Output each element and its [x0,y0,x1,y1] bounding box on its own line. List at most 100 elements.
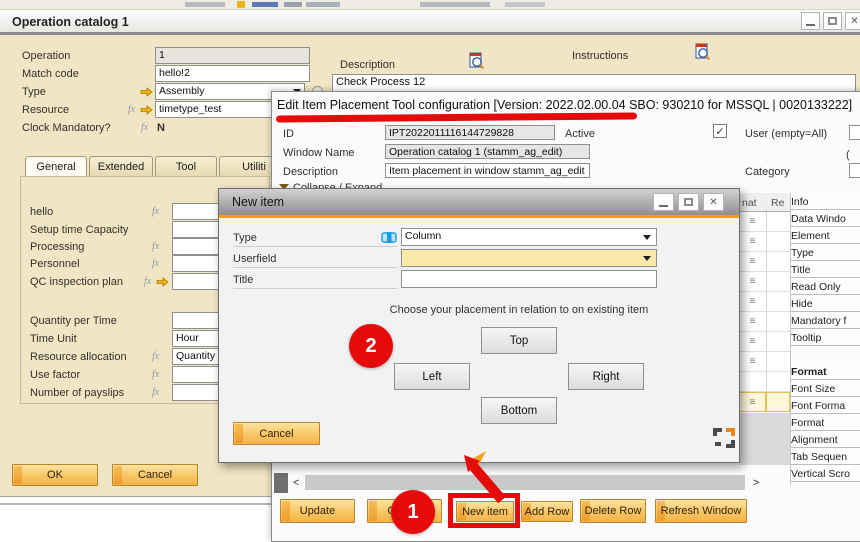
maximize-icon[interactable] [823,12,842,30]
grid-cell[interactable] [766,252,790,272]
refresh-window-button[interactable]: Refresh Window [655,499,747,523]
maximize-icon[interactable] [678,193,699,211]
tab-general[interactable]: General [25,156,87,176]
dialog-title-field[interactable] [401,270,657,288]
placement-left-button[interactable]: Left [394,363,470,390]
dropdown-arrow-icon[interactable] [643,256,651,261]
grid-cell-align-icon[interactable]: ≡ [739,252,766,272]
grid-empty-area [739,413,790,465]
close-icon[interactable]: ✕ [703,193,724,211]
clock-mandatory-value: N [157,122,165,134]
active-checkbox[interactable]: ✓ [713,124,727,138]
property-row-vertical-scroll[interactable]: Vertical Scro [791,465,860,482]
user-field[interactable] [849,125,860,140]
property-row-type[interactable]: Type [791,244,860,261]
category-field[interactable] [849,163,860,178]
property-row-alignment[interactable]: Alignment [791,431,860,448]
instructions-document-icon[interactable] [694,43,711,61]
delete-row-button[interactable]: Delete Row [580,499,646,523]
cancel-button[interactable]: Cancel [112,464,198,486]
instructions-label: Instructions [572,50,628,62]
background-fragment [306,2,340,7]
grid-cell[interactable] [766,372,790,392]
placement-right-button[interactable]: Right [568,363,644,390]
property-row-data-window[interactable]: Data Windo [791,210,860,227]
add-row-button[interactable]: Add Row [521,501,573,522]
description-field[interactable]: Check Process 12 [332,74,856,92]
grid-cell[interactable] [766,352,790,372]
scroll-left-icon[interactable]: < [293,477,299,489]
scroll-right-icon[interactable]: > [753,477,759,489]
tab-label: Extended [98,161,144,173]
grid-cell[interactable] [766,332,790,352]
close-icon[interactable]: ✕ [845,12,860,30]
dialog-userfield-select[interactable] [401,249,657,267]
grid-header-fragment: Re [771,197,784,209]
grid-header-fragment: nat [742,197,757,209]
grid-cell-align-icon[interactable]: ≡ [739,392,766,412]
id-field: IPT2022011116144729828 [385,125,555,140]
grid-cell[interactable] [766,292,790,312]
grid-cell-align-icon[interactable]: ≡ [739,232,766,252]
property-row-hide[interactable]: Hide [791,295,860,312]
property-row-font-size[interactable]: Font Size [791,380,860,397]
grid-cell-align-icon[interactable]: ≡ [739,312,766,332]
update-button[interactable]: Update [280,499,355,523]
tab-tool[interactable]: Tool [155,156,217,176]
property-row-info[interactable]: Info [791,193,860,210]
dialog-type-value: Column [405,230,441,242]
property-row-tooltip[interactable]: Tooltip [791,329,860,346]
property-row-format[interactable]: Format [791,414,860,431]
grid-cell-align-icon[interactable]: ≡ [739,292,766,312]
property-row-read-only[interactable]: Read Only [791,278,860,295]
dropdown-arrow-icon[interactable] [643,235,651,240]
link-arrow-icon[interactable] [140,105,153,115]
resize-grip-icon[interactable] [713,428,735,448]
link-arrow-icon[interactable] [140,87,153,97]
placement-bottom-button[interactable]: Bottom [481,397,557,424]
dialog-userfield-label: Userfield [233,253,276,265]
new-item-dialog: New item ✕ Type Column Userfield Title C… [218,188,740,463]
formula-icon: fx [152,387,159,398]
new-item-dialog-titlebar[interactable]: New item ✕ [219,189,739,215]
property-row-font-format[interactable]: Font Forma [791,397,860,414]
dialog-cancel-button[interactable]: Cancel [233,422,320,445]
grid-cell[interactable] [739,372,766,392]
ok-button[interactable]: OK [12,464,98,486]
grid-cell[interactable] [766,312,790,332]
setup-time-capacity-label: Setup time Capacity [30,224,128,236]
operation-field[interactable]: 1 [155,47,310,64]
edit-description-field[interactable]: Item placement in window stamm_ag_edit [385,163,590,178]
grid-cell[interactable] [766,212,790,232]
link-arrow-icon[interactable] [156,277,169,287]
scrollbar-track[interactable] [305,475,745,490]
quantity-per-time-label: Quantity per Time [30,315,117,327]
grid-cell[interactable] [766,232,790,252]
property-row-title[interactable]: Title [791,261,860,278]
property-row-element[interactable]: Element [791,227,860,244]
annotation-step-1-badge: 1 [391,490,435,534]
minimize-icon[interactable] [653,193,674,211]
match-code-field[interactable]: hello!2 [155,65,310,82]
placement-top-button[interactable]: Top [481,327,557,354]
property-row-tab-sequence[interactable]: Tab Sequen [791,448,860,465]
property-row-blank [791,346,860,363]
background-window-sliver [0,0,860,10]
type-label: Type [22,86,46,98]
grid-cell-align-icon[interactable]: ≡ [739,272,766,292]
personnel-label: Personnel [30,258,80,270]
formula-icon: fx [152,258,159,269]
grid-cell-align-icon[interactable]: ≡ [739,352,766,372]
background-fragment [284,2,302,7]
grid-cell-align-icon[interactable]: ≡ [739,212,766,232]
minimize-icon[interactable] [801,12,820,30]
grid-cell-align-icon[interactable]: ≡ [739,332,766,352]
scrollbar-grab-handle[interactable] [274,473,288,493]
tab-extended[interactable]: Extended [89,156,153,176]
resource-label: Resource [22,104,69,116]
preview-document-icon[interactable] [468,52,485,70]
dialog-type-select[interactable]: Column [401,228,657,246]
grid-cell[interactable] [766,272,790,292]
property-row-mandatory[interactable]: Mandatory f [791,312,860,329]
grid-cell-selected[interactable] [766,392,790,412]
